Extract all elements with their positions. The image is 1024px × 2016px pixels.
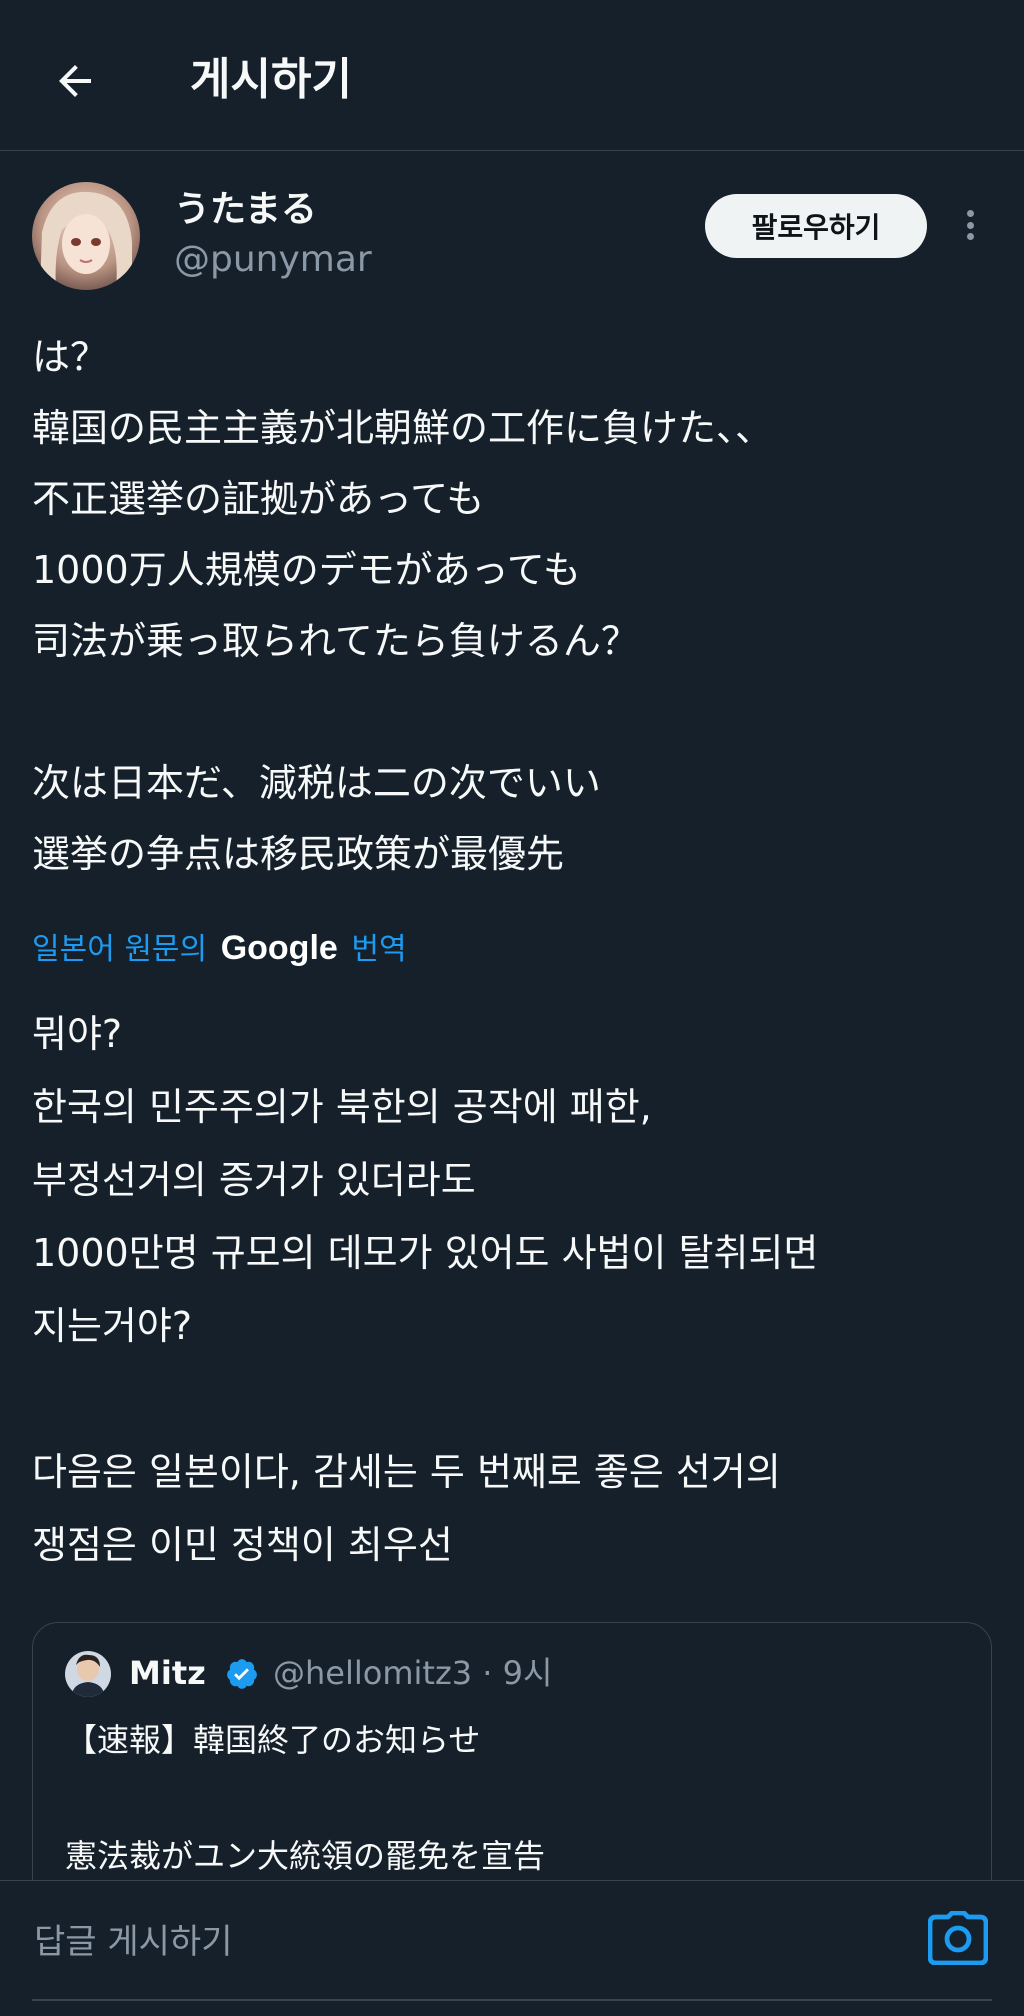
- reply-input[interactable]: [32, 1909, 896, 1975]
- translated-blank-line: [32, 1363, 992, 1436]
- translated-line: 쟁점은 이민 정책이 최우선: [32, 1523, 453, 1567]
- translated-line: 한국의 민주주의가 북한의 공작에 패한,: [32, 1085, 652, 1129]
- tweet-line: 司法が乗っ取られてたら負けるん？: [32, 619, 639, 663]
- quoted-line: 憲法裁がユン大統領の罷免を宣告: [65, 1837, 546, 1875]
- translation-suffix: 번역: [351, 932, 407, 967]
- more-options-button[interactable]: [952, 200, 988, 250]
- back-button[interactable]: [44, 50, 106, 112]
- tweet-text: は？ 韓国の民主主義が北朝鮮の工作に負けた、、 不正選挙の証拠があっても 100…: [32, 322, 992, 890]
- avatar-image: [65, 1651, 111, 1697]
- author-handle[interactable]: @punymar: [174, 236, 372, 284]
- arrow-left-icon: [59, 65, 91, 97]
- translated-text: 뭐야? 한국의 민주주의가 북한의 공작에 패한, 부정선거의 증거가 있더라도…: [32, 998, 992, 1582]
- top-bar: 게시하기: [0, 0, 1024, 151]
- verified-badge-icon: [227, 1659, 257, 1689]
- camera-icon: [927, 1910, 989, 1966]
- quoted-author-handle: @hellomitz3: [273, 1654, 473, 1692]
- more-vertical-icon: [966, 210, 974, 217]
- translated-line: 다음은 일본이다, 감세는 두 번째로 좋은 선거의: [32, 1450, 781, 1494]
- meta-separator: ·: [482, 1654, 493, 1692]
- avatar-image: [32, 182, 140, 290]
- translated-line: 뭐야?: [32, 1012, 123, 1056]
- quoted-author-name: Mitz: [129, 1654, 206, 1692]
- translated-line: 지는거야?: [32, 1304, 193, 1348]
- follow-button[interactable]: 팔로우하기: [705, 194, 927, 258]
- translated-line: 부정선거의 증거가 있더라도: [32, 1158, 476, 1202]
- tweet-line: 不正選挙の証拠があっても: [32, 477, 485, 521]
- tweet-line: 韓国の民主主義が北朝鮮の工作に負けた、、: [32, 406, 774, 450]
- post-detail-screen: 게시하기 うたまる @punymar 팔로우하기 は？ 韓国の民主主義が北朝鮮の…: [0, 0, 1024, 2016]
- quoted-author-avatar: [65, 1651, 111, 1697]
- translated-line: 1000만명 규모의 데모가 있어도 사법이 탈취되면: [32, 1231, 819, 1275]
- reply-divider: [32, 1999, 992, 2001]
- google-logo: Google: [220, 929, 338, 967]
- author-avatar[interactable]: [32, 182, 140, 290]
- translation-prefix: 일본어 원문의: [32, 932, 208, 967]
- translation-attribution[interactable]: 일본어 원문의 Google 번역: [32, 924, 407, 974]
- author-display-name[interactable]: うたまる: [174, 186, 317, 234]
- page-title: 게시하기: [190, 54, 352, 105]
- quoted-tweet-meta: @hellomitz3 · 9시: [273, 1647, 552, 1699]
- quoted-tweet-time: 9시: [502, 1654, 553, 1692]
- camera-button[interactable]: [927, 1910, 989, 1966]
- tweet-line: 1000万人規模のデモがあっても: [32, 548, 581, 592]
- tweet-line: 選挙の争点は移民政策が最優先: [32, 832, 565, 876]
- quoted-blank-line: [65, 1769, 545, 1827]
- tweet-line: は？: [32, 335, 109, 379]
- quoted-line: 【速報】韓国終了のお知らせ: [65, 1721, 481, 1759]
- quoted-tweet-text: 【速報】韓国終了のお知らせ 憲法裁がユン大統領の罷免を宣告: [65, 1711, 545, 1885]
- tweet-line: 次は日本だ、減税は二の次でいい: [32, 761, 601, 805]
- reply-bar: [0, 1880, 1024, 2016]
